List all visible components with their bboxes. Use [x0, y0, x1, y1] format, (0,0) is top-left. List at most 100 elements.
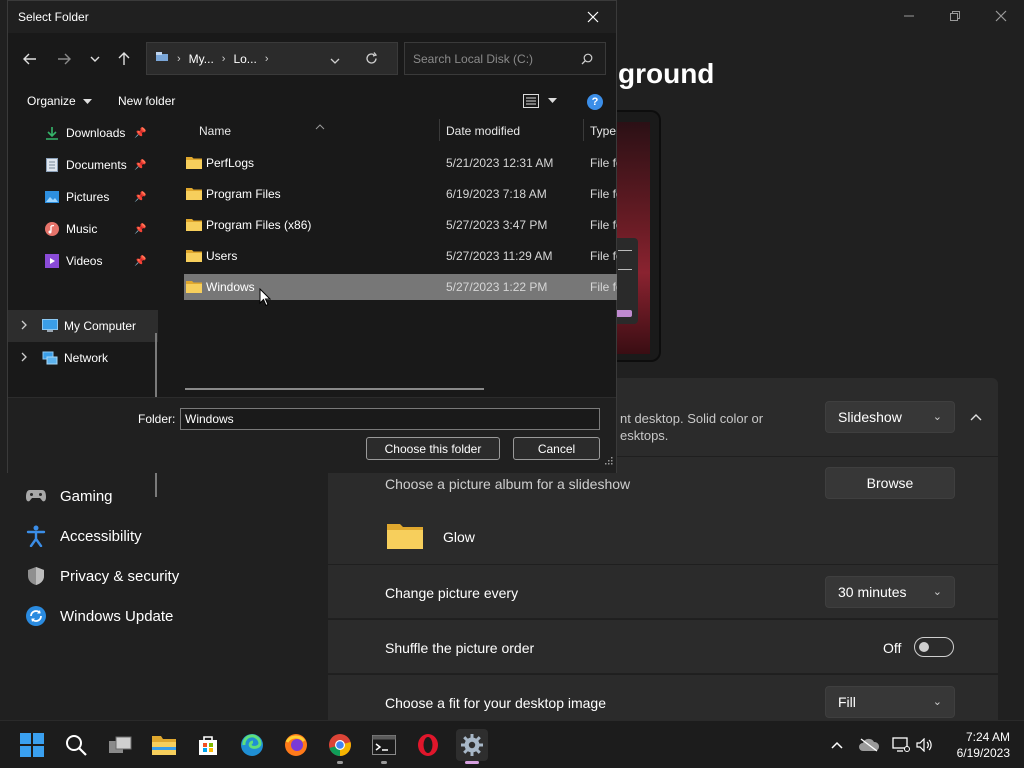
search-button[interactable] [60, 729, 92, 761]
opera-app[interactable] [412, 729, 444, 761]
search-placeholder: Search Local Disk (C:) [413, 51, 534, 66]
chevron-down-icon: ⌄ [932, 696, 942, 708]
help-button[interactable]: ? [587, 94, 603, 110]
downloads-icon [44, 125, 60, 141]
cancel-button[interactable]: Cancel [513, 437, 600, 460]
column-separator[interactable] [439, 119, 440, 141]
edge-app[interactable] [236, 729, 268, 761]
expand-chevron-icon [20, 351, 32, 365]
breadcrumb-segment[interactable]: My... [189, 52, 214, 66]
background-type-dropdown[interactable]: Slideshow ⌄ [825, 401, 955, 433]
refresh-button[interactable] [365, 52, 378, 68]
task-view-icon [109, 736, 132, 753]
resize-grip-icon[interactable] [605, 452, 613, 470]
task-view-button[interactable] [104, 729, 136, 761]
volume-tray[interactable] [914, 735, 936, 755]
dialog-close-button[interactable] [570, 1, 616, 33]
settings-app[interactable] [456, 729, 488, 764]
address-bar[interactable]: › My... › Lo... › [146, 42, 398, 75]
horizontal-scrollbar[interactable] [185, 388, 484, 390]
close-icon [587, 11, 599, 23]
store-app[interactable] [192, 729, 224, 761]
forward-button[interactable] [52, 47, 76, 71]
update-icon [24, 604, 48, 628]
nav-item-my-computer[interactable]: My Computer [8, 310, 158, 342]
collapse-button[interactable] [961, 401, 991, 433]
gear-icon [461, 734, 483, 756]
back-button[interactable] [18, 47, 42, 71]
fit-dropdown[interactable]: Fill ⌄ [825, 686, 955, 718]
choose-folder-button[interactable]: Choose this folder [366, 437, 500, 460]
column-header-date[interactable]: Date modified [446, 124, 520, 138]
sidebar-item-windows-update[interactable]: Windows Update [0, 596, 320, 636]
new-folder-button[interactable]: New folder [118, 94, 175, 108]
column-separator[interactable] [583, 119, 584, 141]
accessibility-icon [24, 524, 48, 548]
file-row[interactable]: Program Files 6/19/2023 7:18 AM File fo [184, 181, 617, 207]
terminal-app[interactable] [368, 729, 400, 764]
network-tray[interactable] [890, 735, 912, 755]
chevron-up-icon [831, 741, 843, 749]
folder-icon [186, 156, 202, 172]
videos-icon [44, 253, 60, 269]
drive-icon [155, 51, 169, 66]
breadcrumb-segment[interactable]: Lo... [233, 52, 256, 66]
file-row-selected[interactable]: Windows 5/27/2023 1:22 PM File fo [184, 274, 617, 300]
close-window-button[interactable] [978, 0, 1024, 32]
search-icon [581, 53, 593, 68]
folder-icon [186, 280, 202, 296]
dialog-title: Select Folder [18, 10, 89, 24]
up-button[interactable] [112, 47, 136, 71]
taskbar-clock[interactable]: 7:24 AM 6/19/2023 [944, 729, 1010, 761]
address-history-dropdown[interactable] [330, 53, 340, 67]
album-name: Glow [443, 529, 475, 545]
file-list: Name Date modified Type PerfLogs 5/21/20… [168, 117, 617, 397]
file-row[interactable]: PerfLogs 5/21/2023 12:31 AM File fo [184, 150, 617, 176]
sidebar-item-gaming[interactable]: Gaming [0, 476, 320, 516]
firefox-app[interactable] [280, 729, 312, 761]
shield-icon [24, 564, 48, 588]
browse-button[interactable]: Browse [825, 467, 955, 499]
column-header-name[interactable]: Name [199, 124, 231, 138]
minimize-button[interactable] [886, 0, 932, 32]
nav-item-downloads[interactable]: Downloads 📌 [8, 117, 158, 149]
sidebar-item-privacy[interactable]: Privacy & security [0, 556, 320, 596]
search-input[interactable]: Search Local Disk (C:) [404, 42, 606, 75]
nav-item-documents[interactable]: Documents 📌 [8, 149, 158, 181]
network-status-icon [892, 737, 910, 752]
file-row[interactable]: Program Files (x86) 5/27/2023 3:47 PM Fi… [184, 212, 617, 238]
nav-item-network[interactable]: Network [8, 342, 158, 374]
sort-up-icon [315, 117, 325, 135]
onedrive-tray[interactable] [858, 735, 880, 755]
column-header-type[interactable]: Type [590, 124, 616, 138]
show-hidden-icons-button[interactable] [826, 735, 848, 755]
file-row[interactable]: Users 5/27/2023 11:29 AM File fo [184, 243, 617, 269]
nav-item-pictures[interactable]: Pictures 📌 [8, 181, 158, 213]
recent-locations-button[interactable] [83, 47, 107, 71]
close-icon [995, 10, 1007, 22]
pictures-icon [44, 189, 60, 205]
refresh-icon [366, 52, 378, 64]
sidebar-item-accessibility[interactable]: Accessibility [0, 516, 320, 556]
start-button[interactable] [16, 729, 48, 761]
shuffle-toggle[interactable] [914, 637, 954, 657]
interval-dropdown[interactable]: 30 minutes ⌄ [825, 576, 955, 608]
chevron-right-icon: › [177, 52, 181, 65]
chevron-down-icon [90, 56, 100, 62]
nav-item-music[interactable]: Music 📌 [8, 213, 158, 245]
file-explorer-app[interactable] [148, 729, 180, 761]
folder-name-input[interactable]: Windows [180, 408, 600, 430]
chrome-app[interactable] [324, 729, 356, 764]
folder-icon [386, 520, 424, 555]
sidebar-item-label: Privacy & security [60, 567, 180, 585]
view-options-button[interactable] [523, 94, 557, 108]
music-icon [44, 221, 60, 237]
nav-item-videos[interactable]: Videos 📌 [8, 245, 158, 277]
restore-icon [950, 11, 960, 21]
desktop-preview [610, 110, 661, 362]
terminal-icon [372, 735, 396, 755]
preview-lines [618, 250, 632, 270]
organize-button[interactable]: Organize [27, 94, 93, 108]
maximize-button[interactable] [932, 0, 978, 32]
caret-down-icon [83, 99, 93, 104]
